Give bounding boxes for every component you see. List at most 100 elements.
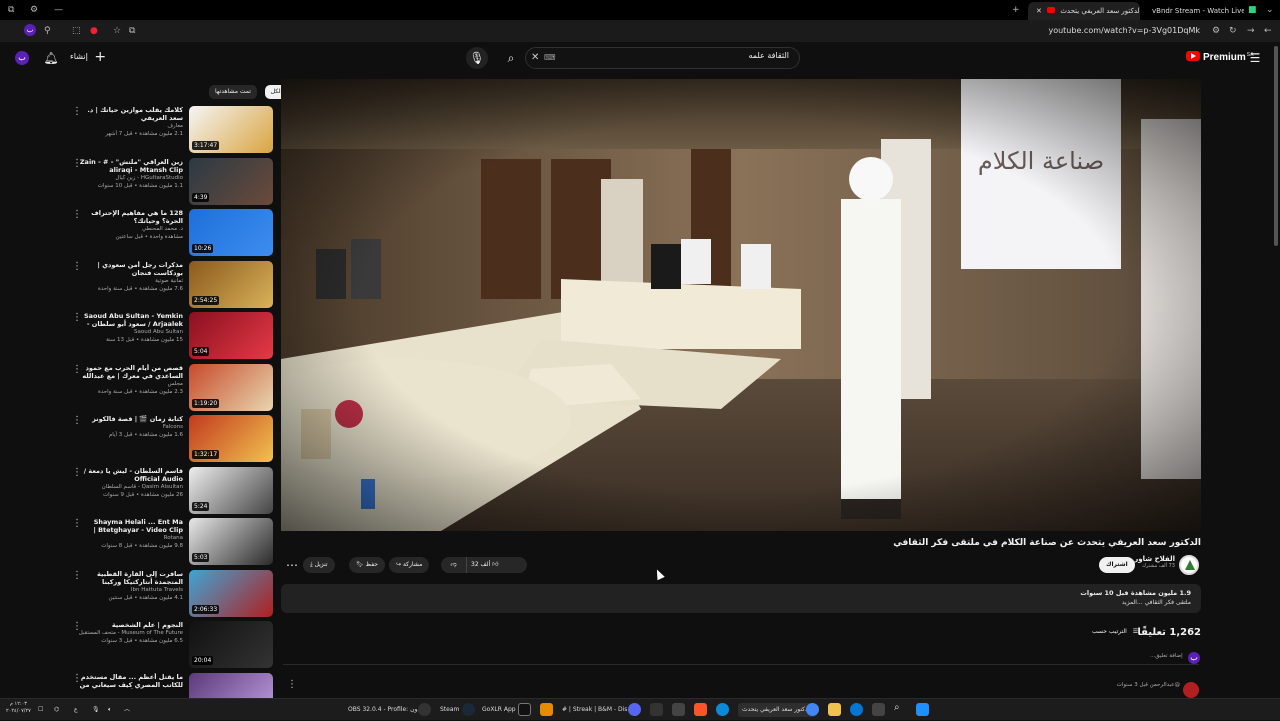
recommendation-meta[interactable]: كلامك يقلب موازين حياتك | د. سعد العريفي…	[77, 106, 183, 138]
settings-icon[interactable]: ⚙	[30, 4, 38, 16]
recommendation-meta[interactable]: زين العراقي "ملتش" - # - Zain aliraqi - …	[77, 158, 183, 190]
taskbar-browser[interactable]: الدكتور سعد العريفي يتحدث	[738, 703, 816, 717]
share-page-icon[interactable]: ⧉	[129, 25, 135, 37]
notifications-bell-icon[interactable]: 🔔︎	[40, 47, 62, 69]
video-thumbnail[interactable]: 1:19:20	[189, 363, 273, 411]
description-box[interactable]: 1.9 مليون مشاهدة قبل 10 سنوات ملتقى فكر …	[281, 584, 1201, 613]
video-thumbnail[interactable]: 2:54:25	[189, 260, 273, 308]
create-button[interactable]: إنشاء +	[70, 47, 106, 67]
recommendation-meta[interactable]: النجوم | علم الشخصية Museum of The Future…	[77, 621, 183, 645]
more-options-icon[interactable]: ⋮	[72, 518, 82, 530]
channel-info[interactable]: الفلاح شاور 73 ألف مشترك	[1134, 555, 1175, 569]
brave-icon[interactable]	[694, 703, 707, 716]
more-options-icon[interactable]: ⋮	[72, 415, 82, 427]
sort-comments-button[interactable]: الترتيب حسب ☰	[1092, 628, 1138, 635]
recommendation-item[interactable]: 2:54:25 مذكرات رجل أمن سعودي | بودكاست فن…	[70, 260, 275, 309]
dislike-button[interactable]: 👎︎	[441, 557, 467, 573]
microphone-icon[interactable]: 🎙︎	[92, 703, 100, 717]
taskbar-discord[interactable]: # | Streak | B&M - Dis	[562, 703, 627, 717]
calendar-icon[interactable]	[672, 703, 685, 716]
save-button[interactable]: 🔖︎ حفظ	[349, 557, 385, 573]
account-avatar[interactable]: ب	[15, 51, 29, 65]
share-button[interactable]: ↪ مشاركة	[389, 557, 430, 573]
more-options-icon[interactable]: ⋮	[72, 364, 82, 376]
new-tab-icon[interactable]: +	[1012, 4, 1020, 16]
more-actions-icon[interactable]: ⋯	[281, 554, 303, 576]
page-scrollbar[interactable]	[1274, 46, 1278, 246]
recommendation-meta[interactable]: Saoud Abu Sultan - Yemkin Arjaalek / سعو…	[77, 312, 183, 344]
tab-close-icon[interactable]: ✕	[1036, 7, 1042, 15]
clear-search-icon[interactable]: ✕	[531, 51, 539, 65]
start-windows-icon[interactable]	[916, 703, 929, 716]
volume-icon[interactable]: 🔈︎	[108, 703, 112, 717]
record-icon[interactable]: ●	[90, 25, 98, 37]
guide-menu-icon[interactable]: ☰	[1244, 47, 1266, 69]
video-thumbnail[interactable]: 4:39	[189, 157, 273, 205]
browser-tab[interactable]: vBndr Stream - Watch Live on	[1144, 2, 1244, 20]
chip-watched[interactable]: تمت مشاهدتها	[209, 85, 257, 99]
search-icon[interactable]: ⌕	[500, 47, 522, 69]
recommendation-item[interactable]: 4:39 زين العراقي "ملتش" - # - Zain aliraq…	[70, 157, 275, 206]
video-thumbnail[interactable]: 3:17:47	[189, 106, 273, 153]
recommendation-item[interactable]: 20:04 النجوم | علم الشخصية Museum of The F…	[70, 621, 275, 669]
taskbar-goxlr[interactable]: GoXLR App	[482, 703, 516, 717]
browser-tab-active[interactable]: ✕ الدكتور سعد العريفي يتحدث	[1028, 2, 1140, 20]
recommendation-meta[interactable]: قاسم السلطان - ليش يا دمعة / Official Au…	[77, 467, 183, 499]
channel-avatar[interactable]	[1179, 555, 1199, 575]
minimize-icon[interactable]: —	[54, 4, 63, 16]
recommendation-item[interactable]: 5:03 Shayma Helali ... Ent Ma Btetghayar …	[70, 518, 275, 566]
taskbar-obs[interactable]: OBS 32.0.4 - Profile: بدون	[348, 703, 422, 717]
recommendation-meta[interactable]: ما يقتل أعظم ... مقال مستخدم للكاتب المص…	[77, 673, 183, 689]
forward-icon[interactable]: →	[1247, 25, 1255, 37]
tray-chevron-icon[interactable]: ︿	[124, 703, 130, 717]
network-icon[interactable]: ⌬	[54, 703, 59, 717]
video-thumbnail[interactable]: 2:06:33	[189, 569, 273, 617]
clock[interactable]: ١٢:٠٣ م ٢٠٢٤/٠٧/٢٧	[6, 701, 31, 715]
back-icon[interactable]: ←	[1264, 25, 1272, 37]
recommendation-item[interactable]: 5:04 Saoud Abu Sultan - Yemkin Arjaalek /…	[70, 312, 275, 360]
file-explorer-icon[interactable]	[828, 703, 841, 716]
recommendation-item[interactable]: 1:19:20 قصص من أيام الحرب مع حمود الساعدي…	[70, 363, 275, 412]
vlc-icon[interactable]	[540, 703, 553, 716]
recommendation-meta[interactable]: Shayma Helali ... Ent Ma Btetghayar - Vi…	[77, 518, 183, 550]
more-options-icon[interactable]: ⋮	[72, 673, 82, 685]
recommendation-item[interactable]: 3:17:47 كلامك يقلب موازين حياتك | د. سعد …	[70, 106, 275, 154]
reload-icon[interactable]: ↻	[1229, 25, 1237, 37]
more-options-icon[interactable]: ⋮	[72, 261, 82, 273]
browser-profile-avatar[interactable]: ب	[24, 24, 36, 36]
recommendation-meta[interactable]: مذكرات رجل أمن سعودي | بودكاست فنجان ثمان…	[77, 261, 183, 293]
video-thumbnail[interactable]: 10:26	[189, 209, 273, 256]
recommendation-item[interactable]: 1:32:17 كتابة زمان 🎬 | قصة فالكونز Falcons…	[70, 415, 275, 463]
video-thumbnail[interactable]: 5:03	[189, 518, 273, 565]
task-view-icon[interactable]	[872, 703, 885, 716]
more-options-icon[interactable]: ⋮	[72, 467, 82, 479]
recommendation-meta[interactable]: قصص من أيام الحرب مع حمود الساعدي في معر…	[77, 364, 183, 396]
extensions-icon[interactable]: ⚲	[44, 25, 51, 37]
more-options-icon[interactable]: ⋮	[72, 621, 82, 633]
recommendation-item[interactable]: 5:24 قاسم السلطان - ليش يا دمعة / Officia…	[70, 466, 275, 515]
app-icon[interactable]	[650, 703, 663, 716]
comment-menu-icon[interactable]: ⋮	[287, 679, 297, 690]
recommendation-item[interactable]: 2:06:33 سافرت إلى القارة القطبية المتجمدة…	[70, 569, 275, 618]
recommendation-meta[interactable]: سافرت إلى القارة القطبية المتجمدة أنتارك…	[77, 570, 183, 602]
keyboard-icon[interactable]: ⌨	[544, 51, 556, 65]
recommendation-meta[interactable]: 128 ما هي مفاهيم الإحتراف الحرة؟ وحياتك؟…	[77, 209, 183, 241]
edge-icon[interactable]	[716, 703, 729, 716]
more-options-icon[interactable]: ⋮	[72, 158, 82, 170]
subscribe-button[interactable]: اشتراك	[1099, 557, 1135, 573]
video-thumbnail[interactable]: 20:04	[189, 621, 273, 668]
video-thumbnail[interactable]: 5:04	[189, 312, 273, 359]
more-options-icon[interactable]: ⋮	[72, 106, 82, 118]
window-menu-icon[interactable]: ⧉	[8, 4, 14, 16]
recommendation-meta[interactable]: كتابة زمان 🎬 | قصة فالكونز Falcons 1.6 ملي…	[77, 415, 183, 439]
site-info-icon[interactable]: ⚙	[1212, 25, 1220, 37]
video-thumbnail[interactable]: 5:24	[189, 466, 273, 514]
download-button[interactable]: ⤓ تنزيل	[303, 557, 335, 573]
like-button[interactable]: 32 ألف 👍︎	[471, 557, 498, 573]
url-field[interactable]: youtube.com/watch?v=p-3Vg01DqMk	[1048, 24, 1200, 38]
more-options-icon[interactable]: ⋮	[72, 570, 82, 582]
language-indicator[interactable]: ع	[74, 703, 78, 717]
search-input[interactable]	[589, 51, 789, 60]
search-taskbar-icon[interactable]: ⌕	[894, 701, 900, 715]
screenshot-icon[interactable]: ⬚	[72, 25, 81, 37]
